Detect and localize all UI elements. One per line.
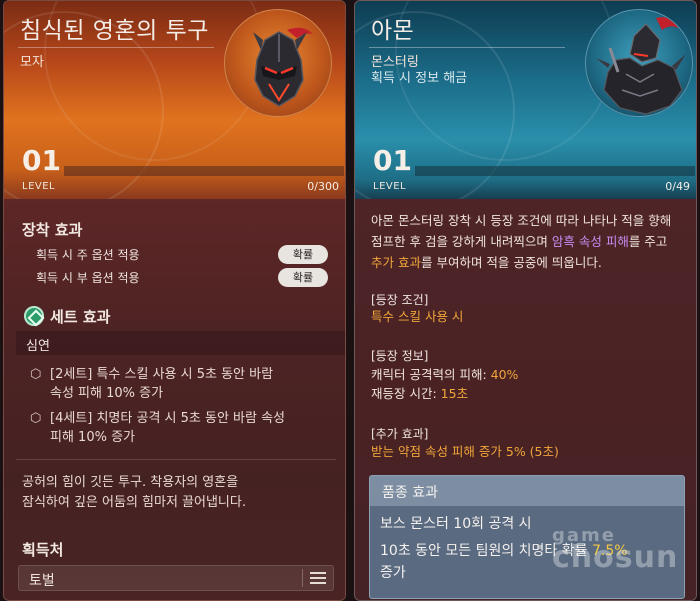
section-divider: [16, 459, 336, 460]
equip-effect-heading: 장착 효과: [22, 221, 83, 239]
monster-description-line: 아몬 몬스터링 장착 시 등장 조건에 따라 나타나 적을 향해: [371, 213, 672, 228]
item-title: 침식된 영혼의 투구: [20, 18, 209, 44]
helmet-icon: [253, 27, 313, 107]
set-effect-line: [2세트] 특수 스킬 사용 시 5초 동안 바람: [50, 367, 274, 382]
watermark-line: chosun: [552, 540, 679, 575]
extra-effect-highlight: 추가 효과: [371, 255, 421, 270]
grade-effect-line: 증가: [380, 565, 406, 581]
level-number: 01: [22, 144, 61, 177]
exp-progress-bar: [415, 166, 695, 176]
watermark-logo: game chosun: [552, 525, 678, 575]
armored-knight-icon: [596, 17, 686, 115]
monster-title: 아몬: [371, 18, 415, 44]
description-text: 를 주고: [628, 234, 668, 249]
set-effect-line: 속성 피해 10% 증가: [50, 386, 164, 401]
monster-hero-banner: 아몬 몬스터링 획득 시 정보 해금 01 LEVEL 0/49: [355, 1, 696, 211]
exp-progress-bar: [64, 166, 344, 176]
item-card-panel: 침식된 영혼의 투구 모자 01 LEVEL 0/300 장착 효과 획득 시 …: [3, 0, 346, 601]
item-description-line: 잠식하여 깊은 어둠의 힘마저 끌어냅니다.: [22, 495, 246, 510]
level-number: 01: [373, 144, 412, 177]
menu-separator: [302, 569, 303, 587]
unlock-hint: 획득 시 정보 해금: [371, 71, 468, 86]
appear-info-heading: [등장 정보]: [371, 349, 429, 363]
monster-description-line: 추가 효과를 부여하며 적을 공중에 띄웁니다.: [371, 253, 602, 273]
grade-effect-title: 품종 효과: [382, 485, 438, 501]
monster-ring-card-panel: 아몬 몬스터링 획득 시 정보 해금 01 LEVEL 0/49 아몬 몬스터링…: [354, 0, 697, 601]
exp-value: 0/49: [665, 180, 690, 193]
info-label: 재등장 시간:: [371, 386, 441, 401]
monster-description-line: 점프한 후 검을 강하게 내려찍으며 암흑 속성 피해를 주고: [371, 232, 667, 252]
description-text: 점프한 후 검을 강하게 내려찍으며: [371, 234, 552, 249]
item-type: 모자: [20, 55, 44, 70]
exp-value: 0/300: [307, 180, 339, 193]
appear-info-line: 캐릭터 공격력의 피해: 40%: [371, 365, 518, 385]
title-divider: [18, 47, 214, 48]
obtain-source-value: 토벌: [29, 573, 55, 589]
item-hero-banner: 침식된 영혼의 투구 모자 01 LEVEL 0/300: [4, 1, 345, 211]
probability-button[interactable]: 확률: [278, 245, 328, 264]
obtain-heading: 획득처: [22, 541, 64, 559]
monster-portrait: [585, 9, 693, 117]
appear-info-line: 재등장 시간: 15초: [371, 384, 468, 404]
hexagon-bullet-icon: ⬡: [30, 411, 42, 426]
set-name-bar: [16, 331, 345, 355]
set-effect-icon: [24, 306, 44, 326]
level-label: LEVEL: [22, 181, 56, 192]
description-text: 를 부여하며 적을 공중에 띄웁니다.: [420, 255, 602, 270]
info-label: 캐릭터 공격력의 피해:: [371, 367, 491, 382]
appear-condition-heading: [등장 조건]: [371, 293, 429, 307]
level-label: LEVEL: [373, 181, 407, 192]
info-value: 15초: [440, 386, 469, 401]
helmet-portrait: [224, 9, 332, 117]
extra-effect-value: 받는 약점 속성 피해 증가 5% (5초): [371, 444, 559, 459]
equip-row-label: 획득 시 부 옵션 적용: [36, 271, 140, 285]
probability-button[interactable]: 확률: [278, 268, 328, 287]
grade-effect-header: 품종 효과: [370, 476, 684, 506]
obtain-source-field[interactable]: 토벌: [18, 565, 334, 591]
set-effect-heading: 세트 효과: [50, 308, 111, 326]
grade-effect-line: 보스 몬스터 10회 공격 시: [380, 516, 532, 532]
item-description-line: 공허의 힘이 깃든 투구. 착용자의 영혼을: [22, 475, 239, 490]
title-divider: [369, 47, 565, 48]
menu-icon[interactable]: [307, 569, 329, 587]
equip-row-label: 획득 시 주 옵션 적용: [36, 248, 140, 262]
set-name: 심연: [26, 339, 50, 354]
appear-condition-value: 특수 스킬 사용 시: [371, 309, 464, 324]
extra-effect-heading: [추가 효과]: [371, 427, 429, 441]
info-value: 40%: [490, 367, 519, 382]
set-effect-line: 피해 10% 증가: [50, 430, 135, 445]
dark-damage-highlight: 암흑 속성 피해: [551, 234, 629, 249]
set-effect-line: [4세트] 치명타 공격 시 5초 동안 바람 속성: [50, 411, 286, 426]
hexagon-bullet-icon: ⬡: [30, 367, 42, 382]
